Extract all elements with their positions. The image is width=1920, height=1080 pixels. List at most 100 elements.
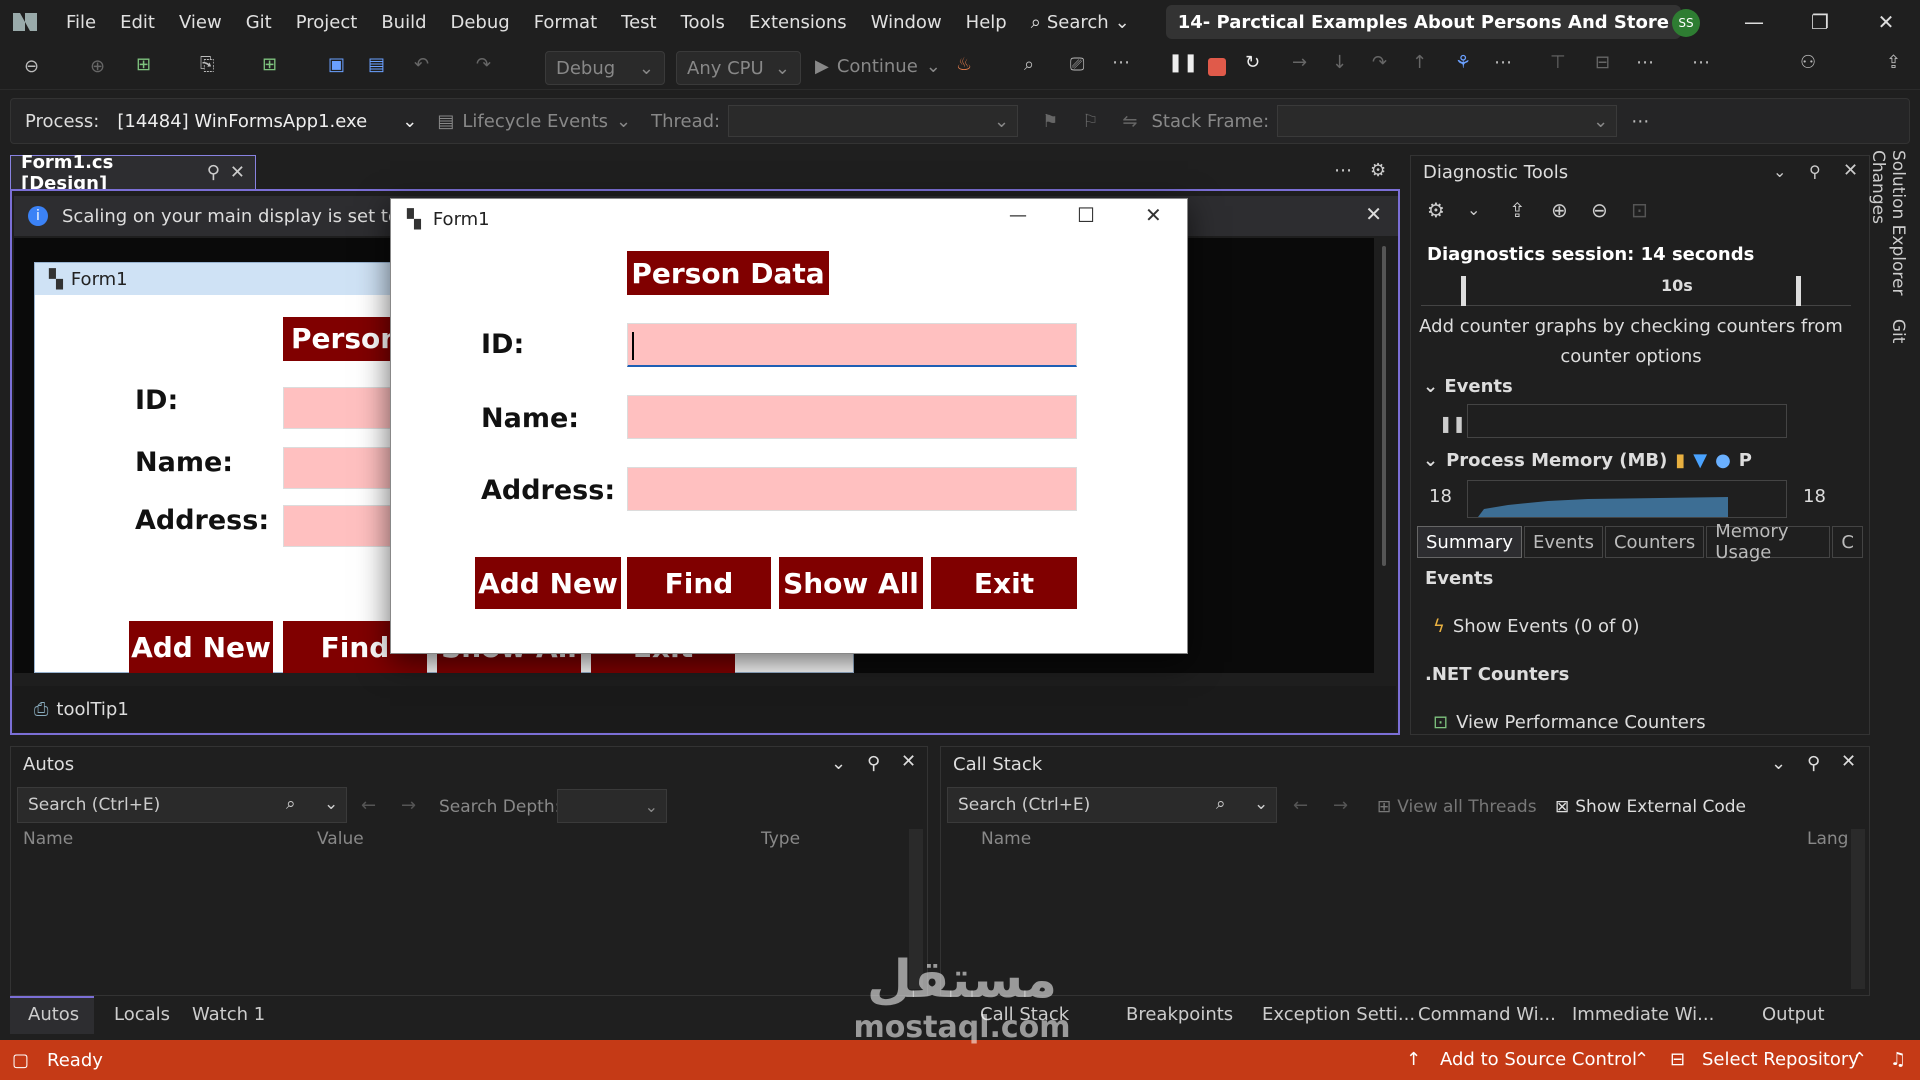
close-window-button[interactable]: ✕ — [1866, 8, 1906, 36]
timeline-ruler[interactable]: 10s — [1421, 276, 1851, 306]
search-previous-icon[interactable]: ← — [361, 795, 376, 816]
tab-autos[interactable]: Autos — [28, 1004, 79, 1025]
pin-icon[interactable]: ⚲ — [867, 753, 880, 774]
add-item-icon[interactable]: ⊞ — [262, 54, 277, 75]
global-search-button[interactable]: ⌕ Search ⌄ — [1019, 12, 1142, 33]
menu-file[interactable]: File — [54, 12, 108, 33]
tab-immediate-window[interactable]: Immediate Wi... — [1572, 1004, 1714, 1025]
name-input[interactable] — [627, 395, 1077, 439]
tab-watch-1[interactable]: Watch 1 — [192, 1004, 265, 1025]
menu-help[interactable]: Help — [954, 12, 1019, 33]
close-icon[interactable]: ✕ — [901, 751, 916, 772]
design-header-label[interactable]: Person — [283, 317, 403, 361]
timeline-start-handle[interactable] — [1461, 276, 1466, 306]
more-icon[interactable]: ⋯ — [1636, 52, 1654, 73]
thread-dropdown[interactable]: ⌄ — [728, 105, 1019, 137]
design-id-field[interactable] — [283, 387, 403, 429]
menu-window[interactable]: Window — [859, 12, 954, 33]
search-previous-icon[interactable]: ← — [1293, 795, 1308, 816]
step-over-icon[interactable]: ↷ — [1372, 52, 1387, 73]
column-lang[interactable]: Lang — [1807, 829, 1848, 849]
memory-section-header[interactable]: ⌄ Process Memory (MB) ▮ ▼ ● P — [1423, 450, 1752, 471]
tab-cpu[interactable]: C — [1832, 526, 1863, 558]
tab-locals[interactable]: Locals — [114, 1004, 170, 1025]
tab-events[interactable]: Events — [1524, 526, 1603, 558]
tab-exception-settings[interactable]: Exception Setti... — [1262, 1004, 1415, 1025]
tab-breakpoints[interactable]: Breakpoints — [1126, 1004, 1233, 1025]
menu-debug[interactable]: Debug — [439, 12, 522, 33]
continue-button[interactable]: ▶ Continue ⌄ — [815, 56, 941, 77]
design-address-field[interactable] — [283, 505, 403, 547]
timeline-end-handle[interactable] — [1796, 276, 1801, 306]
pin-icon[interactable]: ⚲ — [1807, 753, 1820, 774]
chevron-down-icon[interactable]: ⌄ — [1467, 200, 1480, 219]
close-icon[interactable]: ✕ — [1843, 160, 1858, 181]
menu-git[interactable]: Git — [234, 12, 284, 33]
autos-search-input[interactable]: Search (Ctrl+E) ⌕ ⌄ — [17, 787, 347, 823]
xaml-hot-reload-icon[interactable]: ⎚ — [1070, 54, 1084, 75]
menu-test[interactable]: Test — [609, 12, 668, 33]
address-input[interactable] — [627, 467, 1077, 511]
design-id-label[interactable]: ID: — [135, 385, 178, 416]
search-depth-dropdown[interactable]: ⌄ — [557, 789, 667, 823]
navigate-forward-icon[interactable]: ⊕ — [90, 56, 105, 77]
navigate-back-icon[interactable]: ⊖ — [24, 56, 39, 77]
tab-counters[interactable]: Counters — [1604, 526, 1705, 558]
flag-all-icon[interactable]: ⚐ — [1082, 111, 1098, 132]
view-performance-counters-link[interactable]: ⊡ View Performance Counters — [1433, 712, 1706, 733]
menu-build[interactable]: Build — [369, 12, 438, 33]
show-all-button[interactable]: Show All — [779, 557, 923, 609]
design-add-new-button[interactable]: Add New — [129, 621, 273, 673]
open-file-icon[interactable]: ⎘ — [200, 54, 214, 75]
column-type[interactable]: Type — [761, 829, 800, 849]
restart-icon[interactable]: ↻ — [1245, 52, 1260, 73]
close-icon[interactable]: ✕ — [230, 162, 245, 183]
add-to-source-control[interactable]: Add to Source Control — [1440, 1049, 1637, 1070]
chevron-down-icon[interactable]: ⌄ — [1773, 162, 1786, 181]
stop-debugging-icon[interactable] — [1208, 58, 1226, 76]
restore-button[interactable]: ❐ — [1800, 8, 1840, 36]
copilot-icon[interactable]: ⚇ — [1800, 52, 1816, 73]
tooltip-component[interactable]: toolTip1 — [56, 699, 128, 720]
configuration-dropdown[interactable]: Debug ⌄ — [545, 51, 665, 85]
scrollbar[interactable] — [1851, 829, 1865, 989]
gear-icon[interactable]: ⚙ — [1427, 198, 1445, 222]
menu-edit[interactable]: Edit — [108, 12, 167, 33]
undo-icon[interactable]: ↶ — [414, 54, 429, 75]
search-next-icon[interactable]: → — [401, 795, 416, 816]
platform-dropdown[interactable]: Any CPU ⌄ — [676, 51, 801, 85]
id-input[interactable] — [627, 323, 1077, 367]
tab-summary[interactable]: Summary — [1417, 526, 1522, 558]
minimize-button[interactable]: — — [1009, 205, 1027, 226]
zoom-out-icon[interactable]: ⊖ — [1591, 198, 1608, 222]
pin-icon[interactable]: ⚲ — [1809, 162, 1821, 181]
more-icon[interactable]: ⋯ — [1692, 52, 1710, 73]
show-external-code-button[interactable]: ⊠ Show External Code — [1555, 797, 1746, 817]
view-all-threads-button[interactable]: ⊞ View all Threads — [1377, 797, 1537, 817]
find-button[interactable]: Find — [627, 557, 771, 609]
layout-icon[interactable]: ⊤ — [1550, 52, 1566, 73]
design-address-label[interactable]: Address: — [135, 505, 269, 536]
more-icon[interactable]: ⋯ — [1631, 111, 1649, 132]
column-name[interactable]: Name — [23, 829, 73, 849]
solution-title[interactable]: 14- Parctical Examples About Persons And… — [1165, 5, 1681, 39]
runtime-form-window[interactable]: ▚ Form1 — ☐ ✕ Person Data ID: Name: Addr… — [390, 198, 1188, 654]
live-share-icon[interactable]: ⇪ — [1886, 52, 1901, 73]
pin-icon[interactable]: ⚲ — [207, 162, 220, 183]
solution-explorer-tab[interactable]: Solution Explorer — [1888, 150, 1908, 295]
add-new-button[interactable]: Add New — [475, 557, 621, 609]
chevron-down-icon[interactable]: ⌄ — [1771, 753, 1786, 774]
more-icon[interactable]: ⋯ — [1334, 160, 1352, 181]
search-next-icon[interactable]: → — [1333, 795, 1348, 816]
design-name-label[interactable]: Name: — [135, 447, 233, 478]
redo-icon[interactable]: ↷ — [476, 54, 491, 75]
menu-project[interactable]: Project — [284, 12, 370, 33]
pause-icon[interactable]: ❚❚ — [1439, 414, 1466, 433]
reset-zoom-icon[interactable]: ⊡ — [1631, 198, 1648, 222]
events-section-header[interactable]: ⌄ Events — [1423, 376, 1513, 397]
hot-reload-icon[interactable]: ♨ — [956, 54, 972, 75]
tab-command-window[interactable]: Command Wi... — [1418, 1004, 1556, 1025]
more-icon[interactable]: ⋯ — [1494, 52, 1512, 73]
process-dropdown[interactable]: [14484] WinFormsApp1.exe ⌄ — [117, 111, 417, 132]
tab-form1-design[interactable]: Form1.cs [Design] ⚲ ✕ — [10, 152, 256, 194]
